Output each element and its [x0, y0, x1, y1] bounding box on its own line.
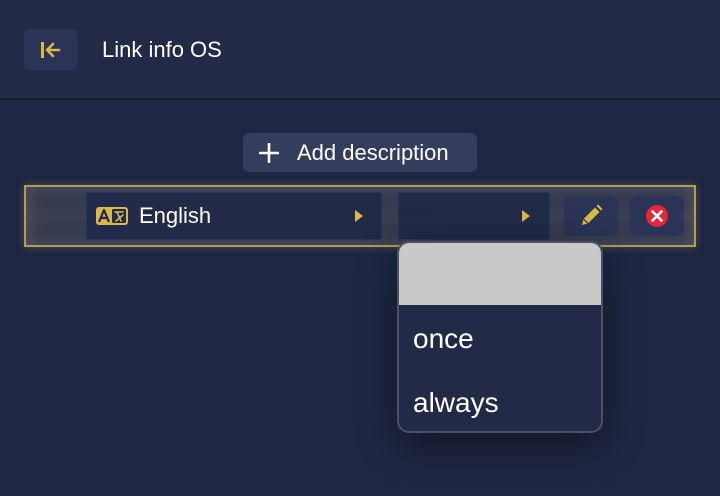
add-description-button[interactable]: Add description [243, 133, 477, 172]
page-title: Link info OS [102, 37, 222, 62]
language-value: English [139, 203, 212, 228]
edit-button[interactable] [564, 196, 618, 236]
dropdown-option-always[interactable]: always [399, 385, 601, 421]
translate-icon [96, 207, 128, 225]
dropdown-option-empty[interactable] [399, 243, 601, 305]
collapse-sidebar-button[interactable] [24, 29, 78, 70]
delete-button[interactable] [630, 196, 684, 236]
pencil-icon [582, 204, 603, 225]
dropdown-option-once[interactable]: once [399, 321, 601, 357]
collapse-left-icon [41, 41, 61, 58]
caret-right-icon [355, 210, 363, 222]
caret-right-icon [522, 210, 530, 222]
frequency-select[interactable] [398, 192, 550, 240]
add-description-label: Add description [297, 139, 449, 165]
plus-icon [259, 142, 279, 163]
language-select[interactable]: English [86, 192, 382, 240]
close-circle-icon [646, 205, 668, 227]
frequency-dropdown-menu: once always [397, 241, 603, 433]
app-window: Link info OS Add description English onc… [0, 0, 720, 496]
header-bar: Link info OS [0, 0, 720, 100]
